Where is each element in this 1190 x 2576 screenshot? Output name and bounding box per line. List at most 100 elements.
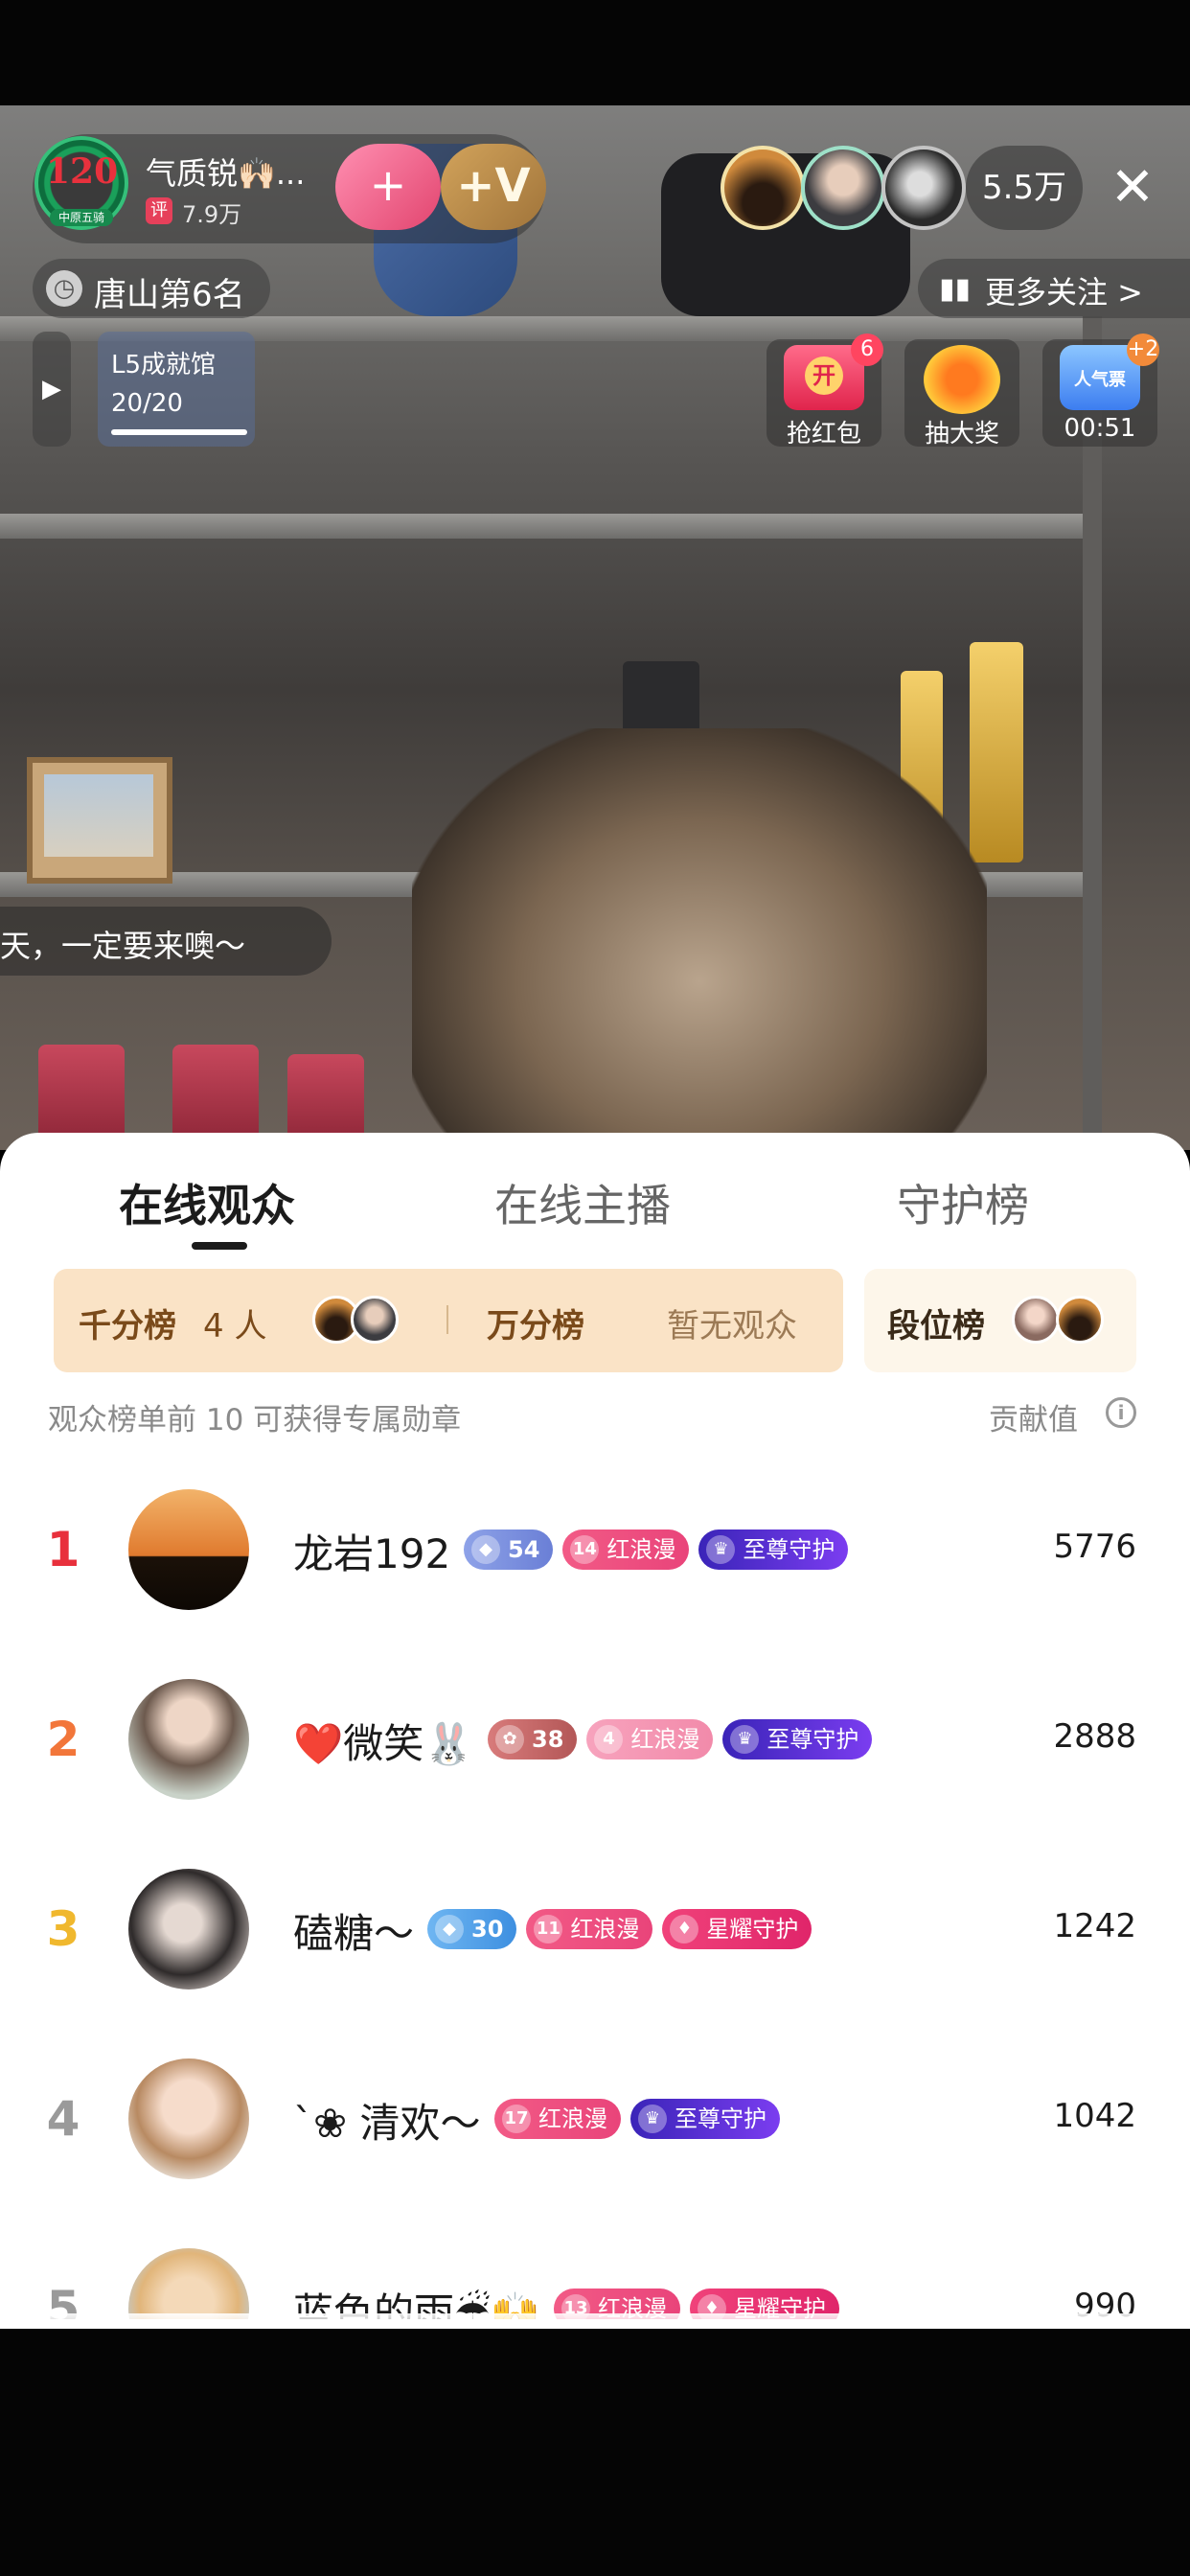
host-score: 7.9万 [182, 201, 242, 228]
red-packet-label: 抢红包 [786, 420, 861, 448]
fan-badge: 4 红浪漫 [586, 1719, 714, 1760]
host-avatar-tag: 中原五骑 [50, 209, 113, 226]
fan-badge: 11 红浪漫 [526, 1909, 653, 1949]
guard-badge: ♛ 至尊守护 [722, 1719, 873, 1760]
photo-frame-image [44, 774, 153, 857]
board-hint: 观众榜单前 10 可获得专属勋章 [48, 1403, 462, 1438]
diamond-icon: ◆ [471, 1535, 500, 1564]
add-v-button[interactable]: +V [441, 144, 546, 230]
clock-icon: ◷ [46, 270, 82, 307]
viewer-avatar[interactable] [881, 146, 966, 230]
guard-text: 至尊守护 [767, 1726, 859, 1753]
contribution-label: 贡献值 [989, 1403, 1078, 1438]
host-name: 气质锐🙌🏻... [146, 155, 306, 192]
ten-thousand-board-title[interactable]: 万分榜 [487, 1300, 584, 1346]
viewer-count[interactable]: 5.5万 [966, 146, 1083, 230]
lottery-activity[interactable]: 抽大奖 [904, 339, 1019, 448]
fan-level: 14 [570, 1535, 600, 1564]
ten-thousand-board-empty: 暂无观众 [667, 1307, 797, 1346]
badge-group: ◆ 54 14 红浪漫 ♛ 至尊守护 [464, 1530, 849, 1570]
table-row[interactable]: 4 `❀ 清欢～ 17 红浪漫 ♛ 至尊守护 1042 [0, 2024, 1190, 2214]
fan-badge: 17 红浪漫 [494, 2099, 621, 2139]
guard-icon: ♛ [638, 2104, 667, 2133]
close-icon[interactable]: ✕ [1094, 150, 1171, 226]
redacted-status-bar [0, 0, 1190, 105]
dan-board-title: 段位榜 [887, 1307, 985, 1346]
tab-guard-board[interactable]: 守护榜 [897, 1171, 1029, 1234]
rose-icon: ✿ [495, 1725, 524, 1754]
chat-message: 天，一定要来噢～ [0, 928, 246, 964]
thousand-board-title[interactable]: 千分榜 [79, 1300, 176, 1346]
v-label: +V [456, 159, 531, 213]
fan-level: 11 [534, 1915, 563, 1944]
avatar[interactable] [128, 2248, 249, 2319]
streamer-hair [412, 728, 987, 1150]
level-value: 30 [471, 1916, 504, 1943]
viewer-avatar[interactable] [801, 146, 885, 230]
viewer-avatar[interactable] [721, 146, 805, 230]
tab-online-audience[interactable]: 在线观众 [119, 1171, 295, 1234]
contribution-value: 1042 [1053, 2097, 1136, 2135]
level-badge: ✿ 38 [488, 1719, 578, 1760]
guard-text: 至尊守护 [675, 2105, 767, 2132]
table-row[interactable]: 2 ❤️微笑🐰 ✿ 38 4 红浪漫 ♛ 至尊守护 2888 [0, 1644, 1190, 1834]
contribution-value: 1242 [1053, 1907, 1136, 1945]
thousand-board-count: 4 人 [203, 1307, 267, 1346]
active-tab-indicator [192, 1242, 247, 1250]
fan-badge-text: 红浪漫 [570, 1916, 640, 1943]
follow-heart-button[interactable]: + [335, 144, 441, 230]
red-packet-activity[interactable]: 开 6 抢红包 [767, 334, 883, 448]
city-rank: 唐山第6名 [94, 276, 245, 314]
score-icon: 评 [146, 197, 172, 224]
achievement-title: L5成就馆 [111, 351, 217, 380]
viewer-name: 龙岩192 [293, 1530, 451, 1577]
heart-plus-icon: + [369, 159, 407, 211]
viewer-name: 磕糖～ [293, 1910, 415, 1957]
bar-chart-icon: ▮▮ [939, 272, 972, 306]
guard-text: 至尊守护 [743, 1536, 835, 1563]
board-avatar [351, 1296, 399, 1344]
table-row[interactable]: 3 磕糖～ ◆ 30 11 红浪漫 ♦ 星耀守护 1242 [0, 1834, 1190, 2024]
lottery-label: 抽大奖 [924, 420, 999, 448]
fan-level: 4 [594, 1725, 624, 1754]
rank-number: 3 [46, 1901, 80, 1957]
fan-level: 17 [502, 2104, 531, 2133]
dan-avatar [1056, 1296, 1104, 1344]
level-badge: ◆ 54 [464, 1530, 554, 1570]
vote-ticket-text: 人气票 [1074, 370, 1126, 390]
badge-group: ✿ 38 4 红浪漫 ♛ 至尊守护 [488, 1719, 873, 1760]
achievement-progress-bar [111, 429, 247, 435]
guard-text: 星耀守护 [706, 1916, 799, 1943]
avatar[interactable] [128, 1679, 249, 1800]
popularity-vote-activity[interactable]: 人气票 +2 00:51 [1042, 334, 1159, 447]
board-divider [446, 1305, 448, 1334]
diamond-icon: ◆ [435, 1915, 464, 1944]
tab-online-hosts[interactable]: 在线主播 [494, 1171, 671, 1234]
fan-badge: 14 红浪漫 [562, 1530, 690, 1570]
avatar[interactable] [128, 1489, 249, 1610]
badge-group: ◆ 30 11 红浪漫 ♦ 星耀守护 [427, 1909, 812, 1949]
avatar[interactable] [128, 1869, 249, 1990]
lottery-wheel-icon [924, 345, 1000, 414]
vote-badge: +2 [1127, 334, 1159, 366]
guard-icon: ♛ [706, 1535, 736, 1564]
rank-number: 2 [46, 1712, 80, 1767]
vote-timer: 00:51 [1064, 414, 1136, 443]
shelf [0, 514, 1102, 539]
level-value: 54 [508, 1536, 540, 1563]
level-badge: ◆ 30 [427, 1909, 517, 1949]
redacted-footer [0, 2329, 1190, 2576]
level-value: 38 [532, 1726, 564, 1753]
viewer-name: `❀ 清欢～ [293, 2100, 481, 2147]
achievement-progress: 20/20 [111, 389, 183, 418]
dan-avatar [1012, 1296, 1060, 1344]
table-row[interactable]: 1 龙岩192 ◆ 54 14 红浪漫 ♛ 至尊守护 5776 [0, 1455, 1190, 1644]
info-icon[interactable]: i [1106, 1397, 1136, 1428]
table-row[interactable]: 5 蓝色的雨☔🙌 13 红浪漫 ♦ 星耀守护 990 [0, 2214, 1190, 2319]
gem-icon: ♦ [670, 1915, 699, 1944]
fan-badge-text: 红浪漫 [630, 1726, 700, 1753]
play-icon[interactable]: ▶ [33, 332, 71, 447]
avatar[interactable] [128, 2058, 249, 2179]
more-follow-label: 更多关注 > [985, 274, 1143, 310]
viewer-name: ❤️微笑🐰 [293, 1720, 474, 1767]
